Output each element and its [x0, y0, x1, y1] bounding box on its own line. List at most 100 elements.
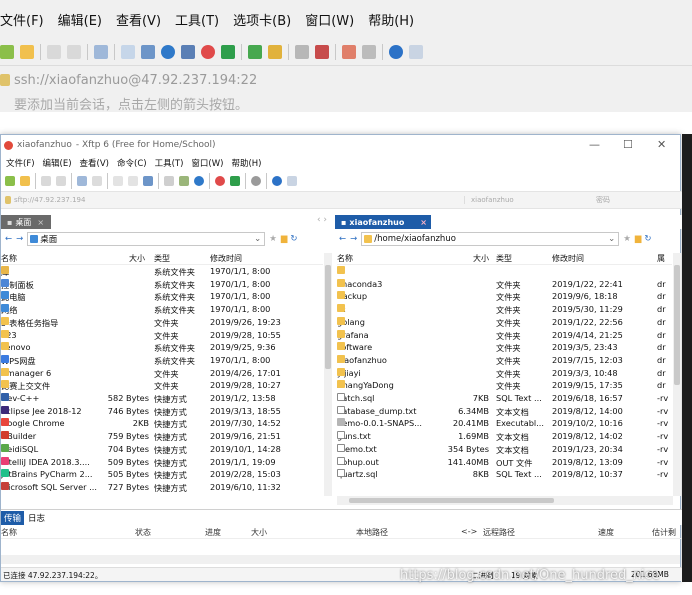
xmanager-icon[interactable]	[221, 44, 235, 59]
right-vscrollbar[interactable]	[673, 253, 681, 496]
xshell-icon[interactable]	[215, 176, 225, 186]
bg-menu-tools[interactable]: 工具(T)	[175, 10, 219, 29]
address-password[interactable]: 密码	[574, 195, 610, 205]
table-row[interactable]: xiaofanzhuo 文件夹 2019/7/15, 12:03 dr	[337, 354, 672, 368]
tab-close-icon[interactable]: ×	[37, 218, 44, 227]
transfer-icon[interactable]	[143, 176, 153, 186]
menu-view[interactable]: 查看(V)	[80, 157, 109, 169]
font-icon[interactable]	[181, 44, 195, 59]
menu-window[interactable]: 窗口(W)	[191, 157, 223, 169]
copy-icon[interactable]	[47, 44, 61, 59]
table-row[interactable]: 控制面板 系统文件夹 1970/1/1, 8:00	[1, 278, 323, 292]
menu-command[interactable]: 命令(C)	[117, 157, 147, 169]
maximize-icon[interactable]: ☐	[623, 138, 633, 151]
table-row[interactable]: 此电脑 系统文件夹 1970/1/1, 8:00	[1, 291, 323, 304]
right-hscrollbar[interactable]	[337, 496, 673, 505]
tcol-local[interactable]: 本地路径	[356, 527, 388, 538]
forward-arrow-icon[interactable]: →	[16, 234, 23, 244]
tcol-eta[interactable]: 估计剩	[652, 527, 676, 538]
table-row[interactable]: Backup 文件夹 2019/9/6, 18:18 dr	[337, 291, 672, 304]
back-arrow-icon[interactable]: ←	[5, 234, 12, 244]
tcol-speed[interactable]: 速度	[598, 527, 614, 538]
table-row[interactable]: nohup.out 141.40MB OUT 文件 2019/8/12, 13:09 -…	[337, 456, 672, 470]
bg-menu-window[interactable]: 窗口(W)	[305, 10, 354, 29]
new-folder-icon[interactable]	[128, 176, 138, 186]
layout-grid-icon[interactable]	[362, 44, 376, 59]
table-row[interactable]: Eclipse Jee 2018-12 746 Bytes 快捷方式 2019/3/1…	[1, 405, 323, 419]
bg-address-bar[interactable]: ssh://xiaofanzhuo@47.92.237.194:22	[0, 66, 692, 94]
table-row[interactable]: Dev-C++ 582 Bytes 快捷方式 2019/1/2, 13:58	[1, 393, 323, 406]
fullscreen-icon[interactable]	[248, 44, 262, 59]
folder-up-icon[interactable]: ▆	[635, 234, 642, 244]
table-row[interactable]: batch.sql 7KB SQL Text ... 2019/6/18, 16:57…	[337, 393, 672, 406]
table-row[interactable]: software 文件夹 2019/3/5, 23:43 dr	[337, 342, 672, 355]
properties-icon[interactable]	[94, 44, 108, 59]
table-row[interactable]: demo-0.0.1-SNAPS... 20.41MB Executabl... 20…	[337, 418, 672, 431]
table-row[interactable]: Xmanager 6 文件夹 2019/4/26, 17:01	[1, 367, 323, 381]
lock-icon[interactable]	[268, 44, 282, 59]
xftp-icon[interactable]	[201, 44, 215, 59]
bg-menu-view[interactable]: 查看(V)	[116, 10, 161, 29]
tab-desktop[interactable]: ▪ 桌面 ×	[1, 215, 51, 229]
table-row[interactable]: quartz.sql 8KB SQL Text ... 2019/8/12, 10:3…	[337, 469, 672, 482]
compose-icon[interactable]	[342, 44, 356, 59]
properties-icon[interactable]	[77, 176, 87, 186]
transfer-hscrollbar[interactable]	[1, 555, 680, 564]
forward-arrow-icon[interactable]: →	[350, 234, 357, 244]
scroll-thumb[interactable]	[674, 265, 680, 385]
new-session-icon[interactable]	[5, 176, 15, 186]
tcol-direction[interactable]: <->	[461, 527, 477, 536]
menu-file[interactable]: 文件(F)	[6, 157, 35, 169]
hscroll-thumb[interactable]	[349, 498, 554, 503]
table-row[interactable]: D: 文件夹 2019/5/30, 11:29 dr	[337, 304, 672, 317]
scroll-thumb[interactable]	[325, 265, 331, 369]
tcol-progress[interactable]: 进度	[205, 527, 221, 538]
table-row[interactable]: WPS网盘 系统文件夹 1970/1/1, 8:00	[1, 354, 323, 368]
tcol-size[interactable]: 大小	[251, 527, 267, 538]
minimize-icon[interactable]: —	[589, 138, 600, 151]
folder-up-icon[interactable]: ▆	[281, 234, 288, 244]
tab-nav-arrows[interactable]: ‹ ›	[317, 215, 327, 225]
table-row[interactable]: golang 文件夹 2019/1/22, 22:56 dr	[337, 316, 672, 330]
col-name[interactable]: 名称	[1, 253, 17, 264]
table-row[interactable]: ..	[337, 266, 672, 279]
xmanager-icon[interactable]	[230, 176, 240, 186]
menu-edit[interactable]: 编辑(E)	[43, 157, 72, 169]
bg-menu-tabs[interactable]: 选项卡(B)	[233, 10, 291, 29]
tab-transfer[interactable]: 传输	[1, 510, 25, 525]
col-type[interactable]: 类型	[154, 253, 170, 264]
favorite-icon[interactable]: ★	[623, 234, 631, 244]
bg-menu-file[interactable]: 文件(F)	[0, 10, 44, 29]
address-user[interactable]: xiaofanzhuo	[464, 196, 574, 204]
table-row[interactable]: Lenovo 系统文件夹 2019/9/25, 9:36	[1, 342, 323, 355]
table-row[interactable]: 5-表格任务指导 文件夹 2019/9/26, 19:23	[1, 316, 323, 330]
refresh-icon[interactable]: ↻	[644, 234, 651, 244]
table-row[interactable]: anaconda3 文件夹 2019/1/22, 22:41 dr	[337, 278, 672, 292]
col-size[interactable]: 大小	[473, 253, 489, 264]
tab-remote[interactable]: ▪ xiaofanzhuo ×	[335, 215, 431, 229]
table-row[interactable]: memo.txt 354 Bytes 文本文档 2019/1/23, 20:34 -rv	[337, 443, 672, 457]
tab-log[interactable]: 日志	[28, 512, 45, 524]
col-attr[interactable]: 属	[657, 253, 665, 264]
col-size[interactable]: 大小	[129, 253, 145, 264]
refresh-icon[interactable]	[113, 176, 123, 186]
menu-tools[interactable]: 工具(T)	[155, 157, 184, 169]
tcol-status[interactable]: 状态	[135, 527, 151, 538]
table-row[interactable]: 网络 系统文件夹 1970/1/1, 8:00	[1, 304, 323, 317]
close-icon[interactable]: ✕	[657, 138, 666, 151]
sync-icon[interactable]	[179, 176, 189, 186]
highlight-icon[interactable]	[315, 44, 329, 59]
table-row[interactable]: yijiayi 文件夹 2019/3/3, 10:48 dr	[337, 367, 672, 381]
chevron-down-icon[interactable]: ⌄	[608, 234, 615, 244]
table-row[interactable]: HeidiSQL 704 Bytes 快捷方式 2019/10/1, 14:28	[1, 443, 323, 457]
refresh-icon[interactable]: ↻	[290, 234, 297, 244]
chevron-down-icon[interactable]: ⌄	[254, 234, 261, 244]
filter-icon[interactable]	[164, 176, 174, 186]
table-row[interactable]: ZhangYaDong 文件夹 2019/9/15, 17:35 dr	[337, 380, 672, 393]
view-icon[interactable]	[92, 176, 102, 186]
globe-icon[interactable]	[161, 44, 175, 59]
table-row[interactable]: Microsoft SQL Server ... 727 Bytes 快捷方式 201…	[1, 481, 323, 495]
table-row[interactable]: 比赛上交文件 文件夹 2019/9/28, 10:27	[1, 380, 323, 393]
copy-icon[interactable]	[41, 176, 51, 186]
col-time[interactable]: 修改时间	[552, 253, 584, 264]
